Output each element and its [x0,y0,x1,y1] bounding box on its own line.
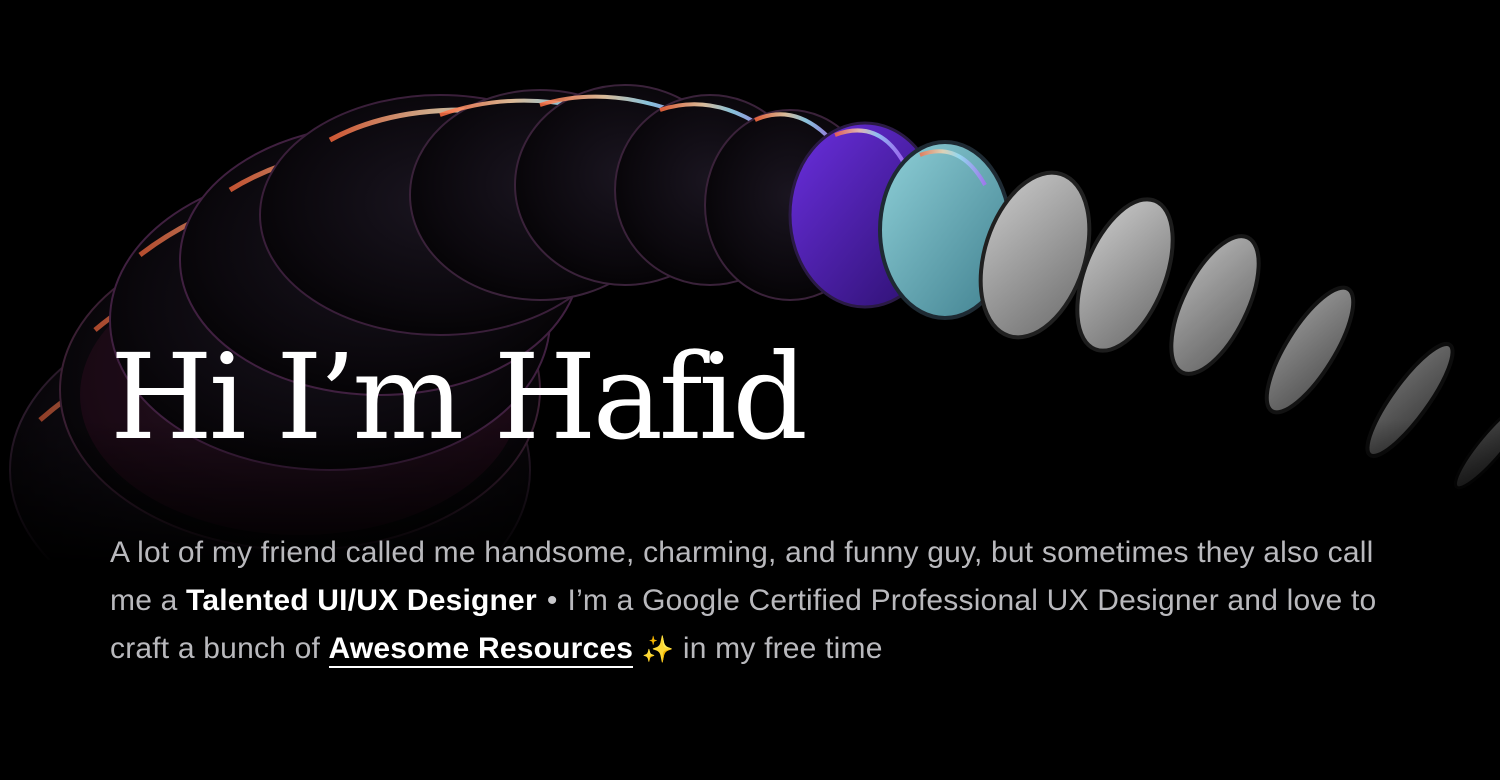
intro-paragraph: A lot of my friend called me handsome, c… [110,529,1390,674]
awesome-resources-link[interactable]: Awesome Resources [328,632,634,668]
hero-section: Hi I’m Hafid A lot of my friend called m… [0,0,1500,780]
sparkles-icon: ✨ [641,635,675,665]
highlight-role: Talented UI/UX Designer [186,584,537,617]
glass-discs-illustration [0,0,1500,560]
page-title: Hi I’m Hafid [110,328,808,466]
intro-text-3: in my free time [674,632,883,665]
bullet-separator: • [546,584,558,617]
